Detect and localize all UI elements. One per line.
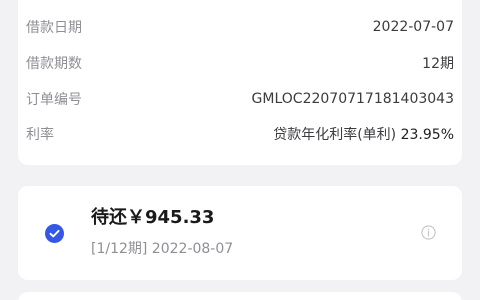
loan-periods-value: 12期 [422, 56, 454, 72]
loan-date-row: 借款日期 2022-07-07 [26, 17, 454, 37]
info-icon[interactable] [421, 225, 436, 240]
interest-rate-label: 利率 [26, 127, 54, 143]
order-number-label: 订单编号 [26, 92, 82, 108]
interest-rate-prefix: 贷款年化利率(单利) [273, 127, 397, 143]
repayment-period: [1/12期] 2022-08-07 [91, 241, 234, 257]
interest-rate-row: 利率 贷款年化利率(单利) 23.95% [26, 124, 454, 144]
check-circle-icon[interactable] [45, 224, 64, 243]
repayment-item[interactable]: 待还￥945.33 [1/12期] 2022-08-07 [18, 186, 462, 280]
interest-rate-percent: 23.95% [400, 127, 454, 143]
order-number-row: 订单编号 GMLOC22070717181403043 [26, 89, 454, 109]
repayment-amount: 待还￥945.33 [91, 207, 215, 228]
order-number-value: GMLOC22070717181403043 [251, 91, 454, 107]
next-card-edge [18, 292, 462, 300]
interest-rate-value: 贷款年化利率(单利) 23.95% [273, 124, 454, 144]
loan-date-value: 2022-07-07 [372, 19, 454, 35]
loan-periods-label: 借款期数 [26, 56, 82, 72]
loan-date-label: 借款日期 [26, 20, 82, 36]
loan-periods-row: 借款期数 12期 [26, 53, 454, 73]
loan-detail-page: 借款日期 2022-07-07 借款期数 12期 订单编号 GMLOC22070… [0, 0, 480, 300]
